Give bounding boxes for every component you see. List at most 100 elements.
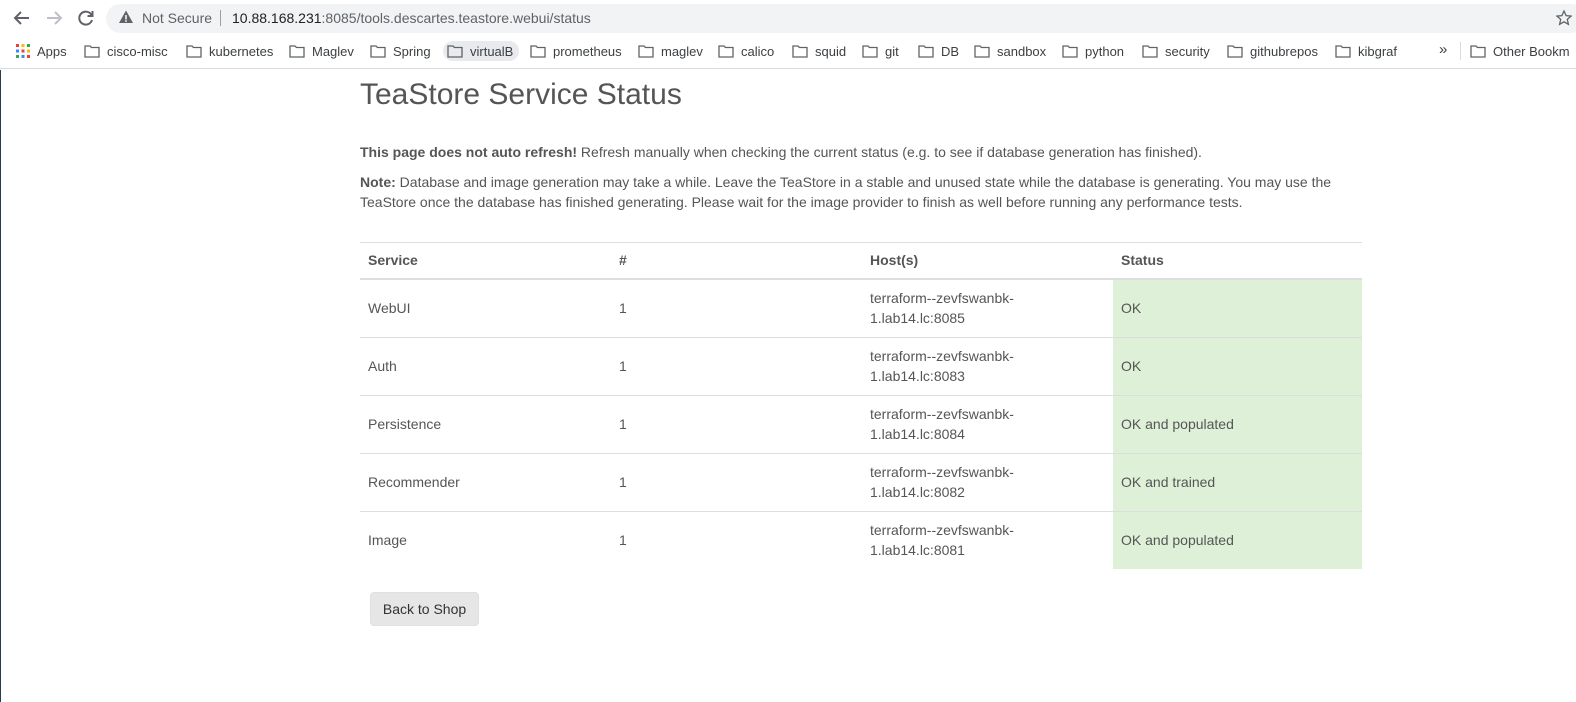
bookmark-folder[interactable]: sandbox [974,41,1046,61]
bookmark-folder[interactable]: Spring [370,41,431,61]
header-count: # [611,242,862,280]
reload-icon[interactable] [76,8,96,28]
bookmark-label: calico [741,43,775,59]
folder-icon [918,45,934,58]
folder-icon [862,45,878,58]
url-host: 10.88.168.231 [232,10,322,26]
folder-icon [1227,45,1243,58]
url-path: :8085/tools.descartes.teastore.webui/sta… [321,10,591,26]
url-text[interactable]: 10.88.168.231:8085/tools.descartes.teast… [232,10,591,26]
bookmark-folder[interactable]: git [862,41,899,61]
back-to-shop-button[interactable]: Back to Shop [370,592,479,626]
host-line: 1.lab14.lc:8081 [870,542,965,558]
bookmark-other[interactable]: Other Bookm [1470,41,1570,61]
folder-icon [1335,45,1351,58]
folder-icon [1470,45,1486,58]
service-name: WebUI [360,278,611,338]
table-row: Recommender 1 terraform--zevfswanbk- 1.la… [360,453,1362,512]
bookmarks-divider [1460,42,1461,60]
service-name: Auth [360,337,611,396]
bookmark-folder[interactable]: kibgraf [1335,41,1397,61]
address-bar-area: Not Secure 10.88.168.231:8085/tools.desc… [0,0,1576,36]
folder-icon [84,45,100,58]
bookmark-folder[interactable]: githubrepos [1227,41,1318,61]
bookmark-label: Spring [393,43,431,59]
bookmark-folder[interactable]: kubernetes [186,41,273,61]
warning-icon[interactable] [118,9,134,30]
status-cell: OK and populated [1113,395,1362,454]
host-line: 1.lab14.lc:8085 [870,310,965,326]
instance-count: 1 [611,337,862,396]
bookmark-label: Other Bookm [1493,43,1570,59]
host-cell: terraform--zevfswanbk- 1.lab14.lc:8085 [862,278,1113,338]
host-line: 1.lab14.lc:8084 [870,426,965,442]
folder-icon [638,45,654,58]
url-separator [220,10,221,26]
refresh-notice-text: Refresh manually when checking the curre… [577,144,1202,160]
bookmark-folder[interactable]: security [1142,41,1210,61]
table-row: Persistence 1 terraform--zevfswanbk- 1.la… [360,395,1362,454]
bookmark-label: squid [815,43,847,59]
generation-note: Note: Database and image generation may … [360,172,1360,212]
bookmark-folder[interactable]: cisco-misc [84,41,168,61]
status-cell: OK [1113,278,1362,338]
host-line: terraform--zevfswanbk- [870,464,1014,480]
instance-count: 1 [611,278,862,338]
host-cell: terraform--zevfswanbk- 1.lab14.lc:8083 [862,337,1113,396]
back-arrow-icon[interactable] [12,8,32,28]
folder-icon [792,45,808,58]
page-title: TeaStore Service Status [360,78,682,111]
table-row: WebUI 1 terraform--zevfswanbk- 1.lab14.lc… [360,278,1362,338]
bookmark-folder[interactable]: Maglev [289,41,354,61]
bookmark-label: githubrepos [1250,43,1318,59]
bookmark-label: Apps [37,43,67,59]
bookmark-label: DB [941,43,960,59]
bookmark-label: Maglev [312,43,354,59]
bookmark-label: cisco-misc [107,43,168,59]
instance-count: 1 [619,532,627,548]
folder-icon [447,45,463,58]
header-status: Status [1113,242,1362,280]
instance-count: 1 [611,395,862,454]
bookmark-folder[interactable]: maglev [638,41,703,61]
bookmark-star-icon[interactable] [1555,9,1573,31]
bookmark-label: kubernetes [209,43,274,59]
bookmark-label: git [885,43,899,59]
folder-icon [530,45,546,58]
folder-icon [370,45,386,58]
folder-icon [718,45,734,58]
bookmark-folder[interactable]: prometheus [530,41,622,61]
status-cell: OK [1113,337,1362,396]
bookmark-label: kibgraf [1358,43,1398,59]
bookmark-label: python [1085,43,1125,59]
forward-arrow-icon[interactable] [44,8,64,28]
folder-icon [1142,45,1158,58]
security-label[interactable]: Not Secure [142,10,212,26]
folder-icon [1062,45,1078,58]
generation-note-text: Database and image generation may take a… [360,174,1332,210]
instance-count: 1 [611,453,862,512]
host-cell: terraform--zevfswanbk- 1.lab14.lc:8084 [862,395,1113,454]
apps-grid-icon [16,44,30,58]
refresh-notice-bold: This page does not auto refresh! [360,144,578,160]
bookmark-folder[interactable]: calico [718,41,774,61]
bookmark-label: security [1165,43,1210,59]
bookmark-folder[interactable]: python [1062,41,1124,61]
host-line: terraform--zevfswanbk- [870,348,1014,364]
bookmark-apps[interactable]: Apps [16,41,67,61]
more-bookmarks-chevron[interactable]: » [1439,41,1447,58]
service-name: Recommender [360,453,611,512]
window-edge [0,70,1,702]
table-row: Auth 1 terraform--zevfswanbk- 1.lab14.lc:… [360,337,1362,396]
service-name: Persistence [360,395,611,454]
bookmark-folder[interactable]: DB [918,41,959,61]
header-hosts: Host(s) [862,242,1113,280]
folder-icon [974,45,990,58]
host-line: terraform--zevfswanbk- [870,406,1014,422]
bookmark-label: sandbox [997,43,1047,59]
bookmark-folder[interactable]: virtualB [443,41,520,61]
bookmark-label: virtualB [470,43,514,59]
host-line: 1.lab14.lc:8082 [870,484,965,500]
bookmark-folder[interactable]: squid [792,41,846,61]
host-line: terraform--zevfswanbk- [870,522,1014,538]
